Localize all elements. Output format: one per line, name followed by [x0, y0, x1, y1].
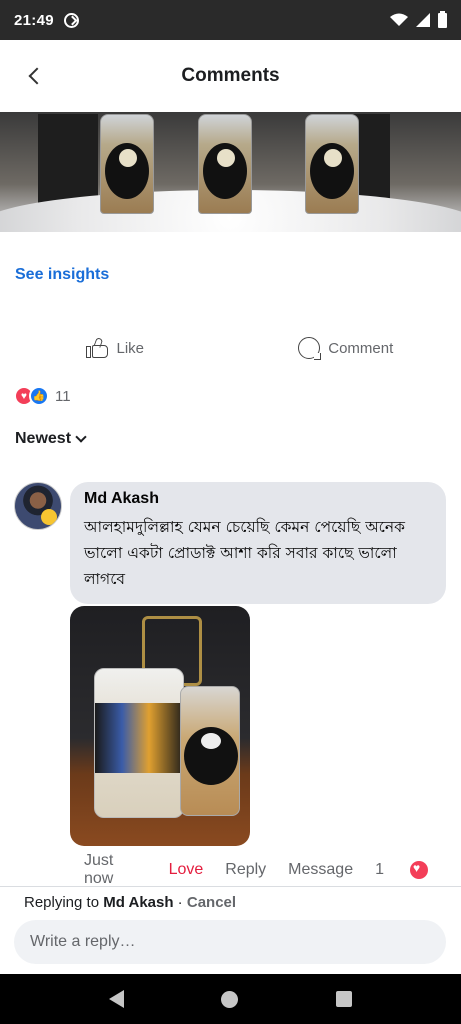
sort-dropdown[interactable]: Newest	[15, 430, 87, 448]
product-jar	[180, 686, 240, 816]
like-reaction-icon: 👍	[29, 386, 49, 406]
cancel-reply-button[interactable]: Cancel	[187, 894, 236, 911]
system-nav-bar	[0, 974, 461, 1024]
back-button[interactable]	[20, 62, 48, 90]
reactions-summary[interactable]: ♥ 👍 11	[14, 385, 71, 407]
status-bar: 21:49	[0, 0, 461, 40]
sort-label: Newest	[15, 430, 72, 447]
post-actions: Like Comment	[0, 330, 461, 366]
comment-timestamp: Just now	[84, 852, 114, 887]
replying-target: Md Akash	[103, 894, 174, 911]
nav-recents-icon[interactable]	[336, 991, 353, 1007]
comment-label: Comment	[328, 339, 394, 357]
love-reaction-icon	[410, 861, 428, 879]
product-box	[38, 114, 98, 204]
product-jar	[100, 114, 154, 214]
post-image[interactable]	[0, 112, 461, 232]
sync-icon	[63, 12, 79, 28]
reply-input[interactable]: Write a reply…	[14, 920, 446, 964]
message-button[interactable]: Message	[288, 861, 353, 879]
emoji-badge-icon	[41, 509, 57, 525]
comment-text: আলহামদুলিল্লাহ যেমন চেয়েছি কেমন পেয়েছি…	[84, 518, 405, 588]
product-jar	[305, 114, 359, 214]
signal-icon	[416, 13, 430, 27]
nav-home-icon[interactable]	[221, 990, 239, 1008]
chevron-left-icon	[28, 67, 46, 85]
nav-back-icon[interactable]	[108, 990, 124, 1008]
top-app-bar: Comments	[0, 40, 461, 112]
chevron-down-icon	[75, 431, 87, 443]
comment-reaction-count[interactable]: 1	[375, 861, 450, 879]
comment-photo[interactable]	[70, 606, 250, 846]
like-button[interactable]: Like	[0, 330, 231, 366]
like-label: Like	[116, 339, 145, 357]
avatar[interactable]	[14, 482, 62, 530]
comment-author[interactable]: Md Akash	[84, 490, 432, 508]
reaction-count: 11	[55, 387, 71, 405]
comment-meta: Just now Love Reply Message 1	[84, 852, 454, 888]
divider	[0, 886, 461, 887]
comment-reaction-number: 1	[375, 861, 384, 878]
reply-button[interactable]: Reply	[225, 861, 266, 879]
love-button[interactable]: Love	[169, 861, 204, 879]
thumbs-up-icon	[86, 337, 109, 358]
comment-bubble[interactable]: Md Akash আলহামদুলিল্লাহ যেমন চেয়েছি কেম…	[70, 482, 446, 604]
product-jar	[94, 668, 185, 818]
replying-prefix: Replying to	[24, 894, 104, 911]
see-insights-link[interactable]: See insights	[15, 266, 109, 284]
comment-bubble-icon	[298, 337, 322, 360]
page-title: Comments	[181, 65, 280, 86]
replying-separator: ·	[173, 894, 187, 911]
comment-button[interactable]: Comment	[231, 330, 461, 366]
replying-to-bar: Replying to Md Akash · Cancel	[24, 894, 236, 911]
wifi-icon	[390, 13, 408, 26]
product-jar	[198, 114, 252, 214]
battery-icon	[438, 10, 447, 28]
status-time: 21:49	[14, 11, 54, 29]
